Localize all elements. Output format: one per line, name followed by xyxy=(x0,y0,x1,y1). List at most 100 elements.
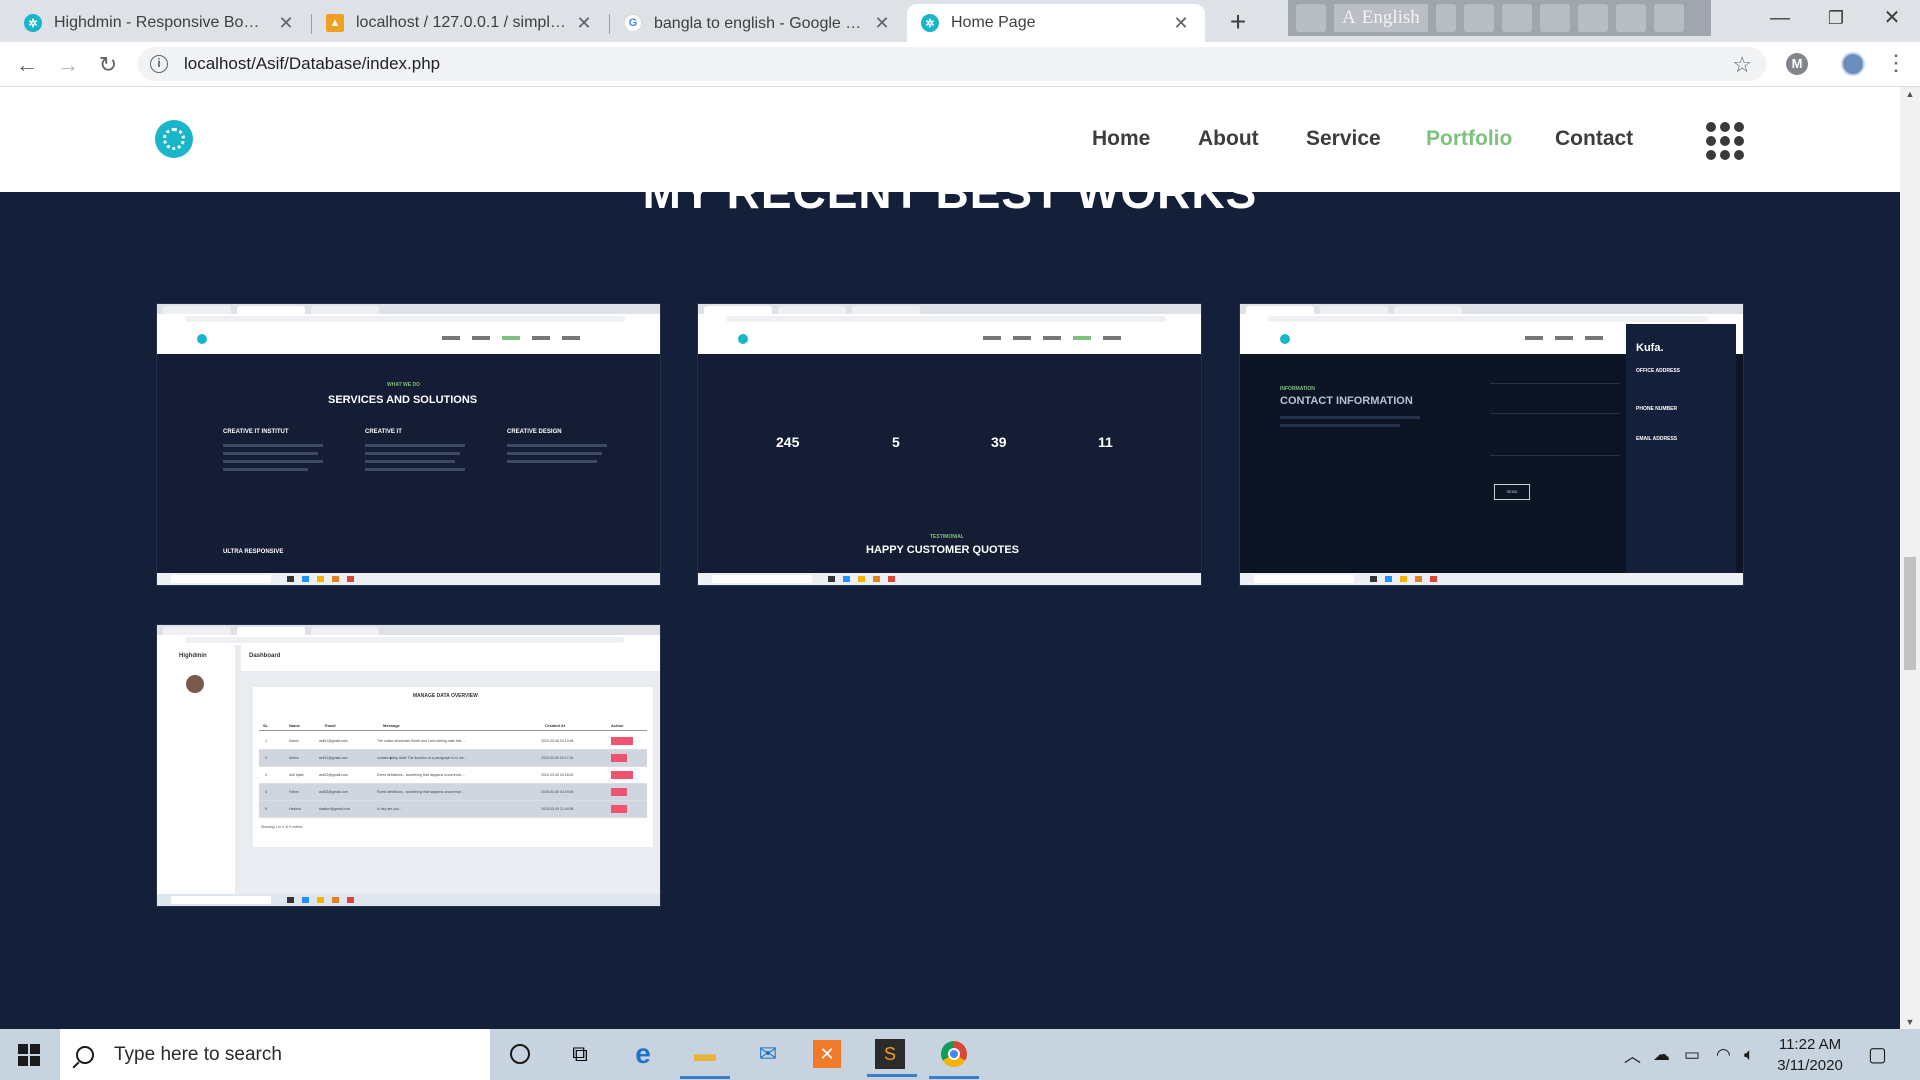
dashboard-avatar xyxy=(186,675,204,693)
close-language-bar-icon[interactable] xyxy=(1653,4,1684,32)
tab-highdmin[interactable]: ✲ Highdmin - Responsive Bootstrap ✕ xyxy=(10,4,310,42)
dashboard-title: Dashboard xyxy=(249,653,281,659)
scroll-down-icon[interactable]: ▼ xyxy=(1900,1017,1920,1027)
language-icon: A xyxy=(1342,7,1356,28)
portfolio-item-services[interactable]: WHAT WE DO SERVICES AND SOLUTIONS CREATI… xyxy=(156,303,661,586)
nav-about[interactable]: About xyxy=(1198,127,1259,151)
notifications-icon[interactable]: ▢ xyxy=(1868,1029,1887,1080)
thumb-eyebrow: TESTIMONIAL xyxy=(930,534,964,540)
volume-icon[interactable]: 🔈︎ xyxy=(1744,1029,1754,1080)
table-row: 3 Asif Iqbal asif22@gmail.com Event definit… xyxy=(259,767,647,784)
nav-service[interactable]: Service xyxy=(1306,127,1381,151)
site-header: Home About Service Portfolio Contact xyxy=(0,87,1900,192)
windows-start-icon[interactable] xyxy=(18,1044,40,1066)
portfolio-item-stats[interactable]: 245 5 39 11 TESTIMONIAL HAPPY CUSTOMER Q… xyxy=(697,303,1202,586)
portfolio-item-dashboard[interactable]: Highdmin Dashboard MANAGE DATA OVERVIEW … xyxy=(156,624,661,907)
portfolio-item-contact[interactable]: Kufa. OFFICE ADDRESS PHONE NUMBER EMAIL … xyxy=(1239,303,1744,586)
tab-favicon-icon: ✲ xyxy=(24,14,42,32)
scrollbar-thumb[interactable] xyxy=(1904,557,1916,670)
tab-title: bangla to english - Google সার্চ xyxy=(654,14,864,32)
tab-title: localhost / 127.0.0.1 / simple / ed xyxy=(356,14,566,31)
thumb-brand: Kufa. xyxy=(1636,342,1664,354)
nav-contact[interactable]: Contact xyxy=(1555,127,1633,151)
thumb-service-item: CREATIVE IT INSTITUT xyxy=(223,429,289,435)
help-icon[interactable] xyxy=(1615,4,1646,32)
site-info-icon[interactable]: i xyxy=(150,55,168,73)
new-tab-button[interactable]: + xyxy=(1222,7,1254,39)
settings-icon[interactable] xyxy=(1539,4,1570,32)
taskbar-clock[interactable]: 11:22 AM 3/11/2020 xyxy=(1760,1034,1860,1076)
nav-portfolio[interactable]: Portfolio xyxy=(1426,127,1512,151)
mail-icon[interactable]: ✉ xyxy=(751,1037,785,1071)
language-label: English xyxy=(1361,7,1420,28)
tab-phpmyadmin[interactable]: ▲ localhost / 127.0.0.1 / simple / ed ✕ xyxy=(312,4,608,42)
xampp-icon[interactable]: ✕ xyxy=(813,1040,841,1068)
profile-avatar[interactable] xyxy=(1841,52,1865,76)
taskbar-search-box[interactable]: Type here to search xyxy=(60,1029,490,1080)
tab-home-page[interactable]: ✲ Home Page ✕ xyxy=(907,4,1205,42)
edge-icon[interactable]: e xyxy=(626,1037,660,1071)
thumb-side-label: PHONE NUMBER xyxy=(1636,406,1678,412)
chrome-icon[interactable] xyxy=(929,1037,979,1079)
table-row: 1 Admin asif11@gmail.com The notice obsceni… xyxy=(259,733,647,750)
extension-m-icon[interactable]: M xyxy=(1786,53,1808,75)
chrome-menu-icon[interactable]: ⋮ xyxy=(1885,50,1907,76)
url-text: localhost/Asif/Database/index.php xyxy=(184,54,441,73)
tab-title: Highdmin - Responsive Bootstrap xyxy=(54,14,268,31)
keyboard-icon[interactable] xyxy=(1463,4,1494,32)
table-row: 4 Fahim asif23@gmail.com Event definitions … xyxy=(259,784,647,801)
search-icon xyxy=(76,1045,94,1064)
stat-value: 245 xyxy=(776,434,800,450)
onedrive-icon[interactable]: ☁ xyxy=(1653,1029,1670,1080)
reload-icon[interactable]: ↻ xyxy=(93,50,123,80)
language-bar-icon[interactable] xyxy=(1296,4,1326,32)
maximize-window-button[interactable]: ❐ xyxy=(1808,0,1864,38)
tab-favicon-icon: ✲ xyxy=(921,14,939,32)
table-header-cell: SL xyxy=(263,723,269,728)
thumb-service-item: ULTRA RESPONSIVE xyxy=(223,549,284,555)
tools-icon[interactable] xyxy=(1577,4,1608,32)
minimize-window-button[interactable]: — xyxy=(1752,0,1808,38)
pointer-icon[interactable] xyxy=(1501,4,1532,32)
language-selector[interactable]: A English xyxy=(1334,4,1428,32)
thumb-service-item: CREATIVE IT xyxy=(365,429,402,435)
scroll-up-icon[interactable]: ▲ xyxy=(1900,89,1920,99)
sublime-text-icon[interactable]: S xyxy=(867,1039,917,1077)
forward-arrow-icon[interactable]: → xyxy=(53,50,83,80)
wifi-icon[interactable]: ◠ xyxy=(1716,1029,1731,1080)
close-tab-icon[interactable]: ✕ xyxy=(872,13,892,34)
close-tab-icon[interactable]: ✕ xyxy=(574,13,594,34)
cortana-icon[interactable] xyxy=(503,1037,537,1071)
close-window-button[interactable]: ✕ xyxy=(1864,0,1920,38)
show-hidden-icons-icon[interactable]: ︿ xyxy=(1624,1029,1641,1080)
stat-value: 39 xyxy=(991,434,1007,450)
nav-home[interactable]: Home xyxy=(1092,127,1150,151)
clock-date: 3/11/2020 xyxy=(1777,1057,1843,1074)
language-bar: A English xyxy=(1288,0,1711,36)
file-explorer-icon[interactable]: ▬ xyxy=(680,1037,730,1079)
address-bar[interactable]: i localhost/Asif/Database/index.php ☆ xyxy=(138,47,1766,81)
page-scrollbar[interactable]: ▲ ▼ xyxy=(1900,87,1920,1029)
site-logo-icon[interactable] xyxy=(155,120,193,158)
close-tab-icon[interactable]: ✕ xyxy=(276,13,296,34)
battery-icon[interactable]: ▭ xyxy=(1684,1029,1700,1080)
grid-menu-icon[interactable] xyxy=(1706,122,1744,160)
back-arrow-icon[interactable]: ← xyxy=(12,50,42,80)
tab-google-search[interactable]: G bangla to english - Google সার্চ ✕ xyxy=(610,4,906,42)
stat-value: 5 xyxy=(892,434,900,450)
tab-title: Home Page xyxy=(951,14,1036,31)
language-dropdown-icon[interactable] xyxy=(1435,4,1456,32)
bookmark-star-icon[interactable]: ☆ xyxy=(1732,52,1752,78)
thumb-service-item: CREATIVE DESIGN xyxy=(507,429,562,435)
table-header-cell: Message xyxy=(383,723,400,728)
thumb-side-label: OFFICE ADDRESS xyxy=(1636,368,1680,374)
dashboard-brand: Highdmin xyxy=(179,653,207,659)
table-row: 5 Hasibur hasibur@gmail.com hi hey are you.… xyxy=(259,801,647,818)
stat-value: 11 xyxy=(1098,434,1113,450)
thumb-eyebrow: WHAT WE DO xyxy=(387,382,420,388)
task-view-icon[interactable]: ⧉ xyxy=(563,1037,597,1071)
phpmyadmin-favicon-icon: ▲ xyxy=(326,14,344,32)
close-tab-icon[interactable]: ✕ xyxy=(1171,13,1191,34)
table-header-cell: Created At xyxy=(545,723,566,728)
table-header-cell: Action xyxy=(611,723,624,728)
